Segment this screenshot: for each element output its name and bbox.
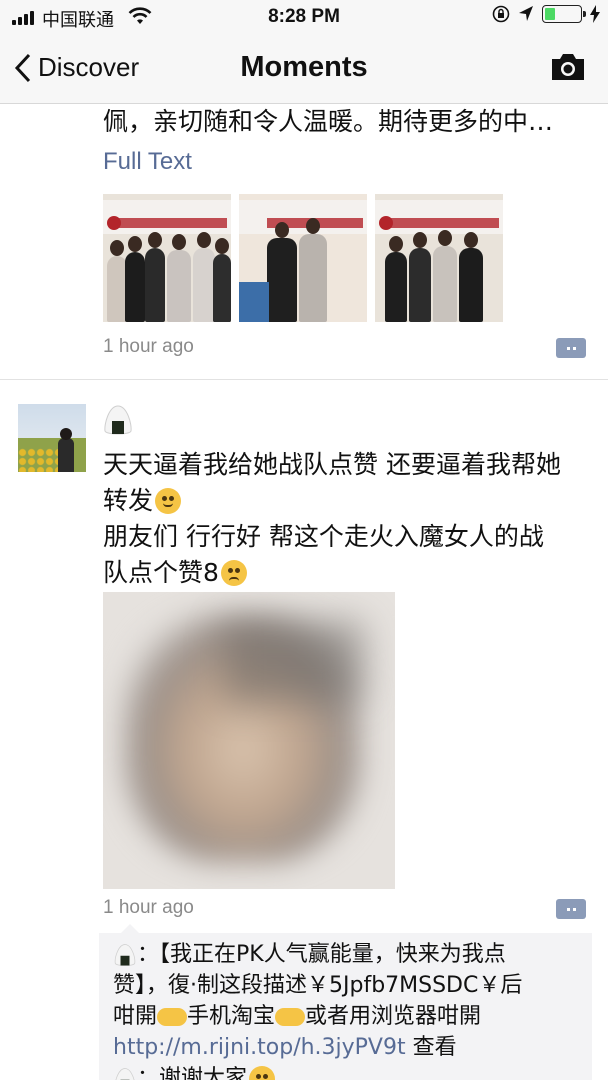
comment-link[interactable]: http://m.rijni.top/h.3jyPV9t: [113, 1035, 406, 1060]
comment-item[interactable]: ：【我正在PK人气赢能量，快来为我点 赞】，復·制这段描述￥5Jpfb7MSSD…: [113, 939, 583, 1063]
battery-icon: [542, 5, 586, 23]
avatar[interactable]: [18, 404, 86, 472]
post-text-line: 转发: [103, 486, 154, 515]
moments-feed[interactable]: 佩，亲切随和令人温暖。期待更多的中… Full Text 1 hour ago: [0, 104, 608, 1080]
comment-separator: ：: [137, 1066, 160, 1080]
username-rice-ball-icon[interactable]: [103, 404, 133, 436]
status-icons: [492, 5, 600, 23]
comment-text: 谢谢大家: [159, 1066, 248, 1080]
post-photo[interactable]: [375, 194, 503, 322]
post-image-blurred[interactable]: [103, 592, 395, 889]
comment-text: 【我正在PK人气赢能量，快来为我点: [159, 942, 506, 967]
comment-item[interactable]: ：谢谢大家: [113, 1063, 583, 1080]
photo-grid: [103, 194, 503, 322]
charging-bolt-icon: [590, 5, 600, 23]
smile-emoji-icon: [155, 488, 182, 514]
comment-options-button[interactable]: [556, 338, 586, 358]
top-bar: 中国联通 8:28 PM Discover Moments: [0, 0, 608, 104]
post-text-line: 队点个赞8: [103, 558, 219, 587]
pointing-left-emoji-icon: [275, 1008, 306, 1026]
comment-text: 查看: [405, 1035, 457, 1060]
smile-emoji-icon: [249, 1066, 276, 1080]
status-bar: 中国联通 8:28 PM: [0, 0, 608, 34]
commenter-rice-ball-icon[interactable]: [113, 943, 137, 967]
comment-separator: ：: [137, 942, 160, 967]
post-text-clipped: 佩，亲切随和令人温暖。期待更多的中…: [103, 107, 554, 136]
frown-emoji-icon: [220, 560, 247, 586]
post-text-line: 天天逼着我给她战队点赞 还要逼着我帮她: [103, 450, 561, 479]
page-title: Moments: [240, 51, 368, 83]
comment-text: 咁開: [113, 1004, 158, 1029]
navigation-bar: Discover Moments: [0, 34, 608, 104]
location-arrow-icon: [519, 6, 533, 21]
post-photo[interactable]: [239, 194, 367, 322]
post-text: 天天逼着我给她战队点赞 还要逼着我帮她 转发 朋友们 行行好 帮这个走火入魔女人…: [103, 447, 583, 591]
comment-options-button[interactable]: [556, 899, 586, 919]
post-text-line: 朋友们 行行好 帮这个走火入魔女人的战: [103, 522, 544, 551]
comment-text: 赞】，復·制这段描述￥5Jpfb7MSSDC￥后: [113, 973, 523, 998]
post-timestamp: 1 hour ago: [103, 897, 194, 918]
commenter-rice-ball-icon[interactable]: [113, 1067, 137, 1080]
comments-box: ：【我正在PK人气赢能量，快来为我点 赞】，復·制这段描述￥5Jpfb7MSSD…: [99, 924, 592, 1080]
orientation-lock-icon: [492, 5, 510, 23]
post-timestamp: 1 hour ago: [103, 336, 194, 357]
comment-text: 或者用浏览器咁開: [305, 1004, 482, 1029]
post-divider: [0, 379, 608, 380]
pointing-right-emoji-icon: [157, 1008, 188, 1026]
comment-text: 手机淘宝: [187, 1004, 276, 1029]
full-text-link[interactable]: Full Text: [103, 148, 192, 176]
camera-icon[interactable]: [550, 52, 586, 82]
post-photo[interactable]: [103, 194, 231, 322]
